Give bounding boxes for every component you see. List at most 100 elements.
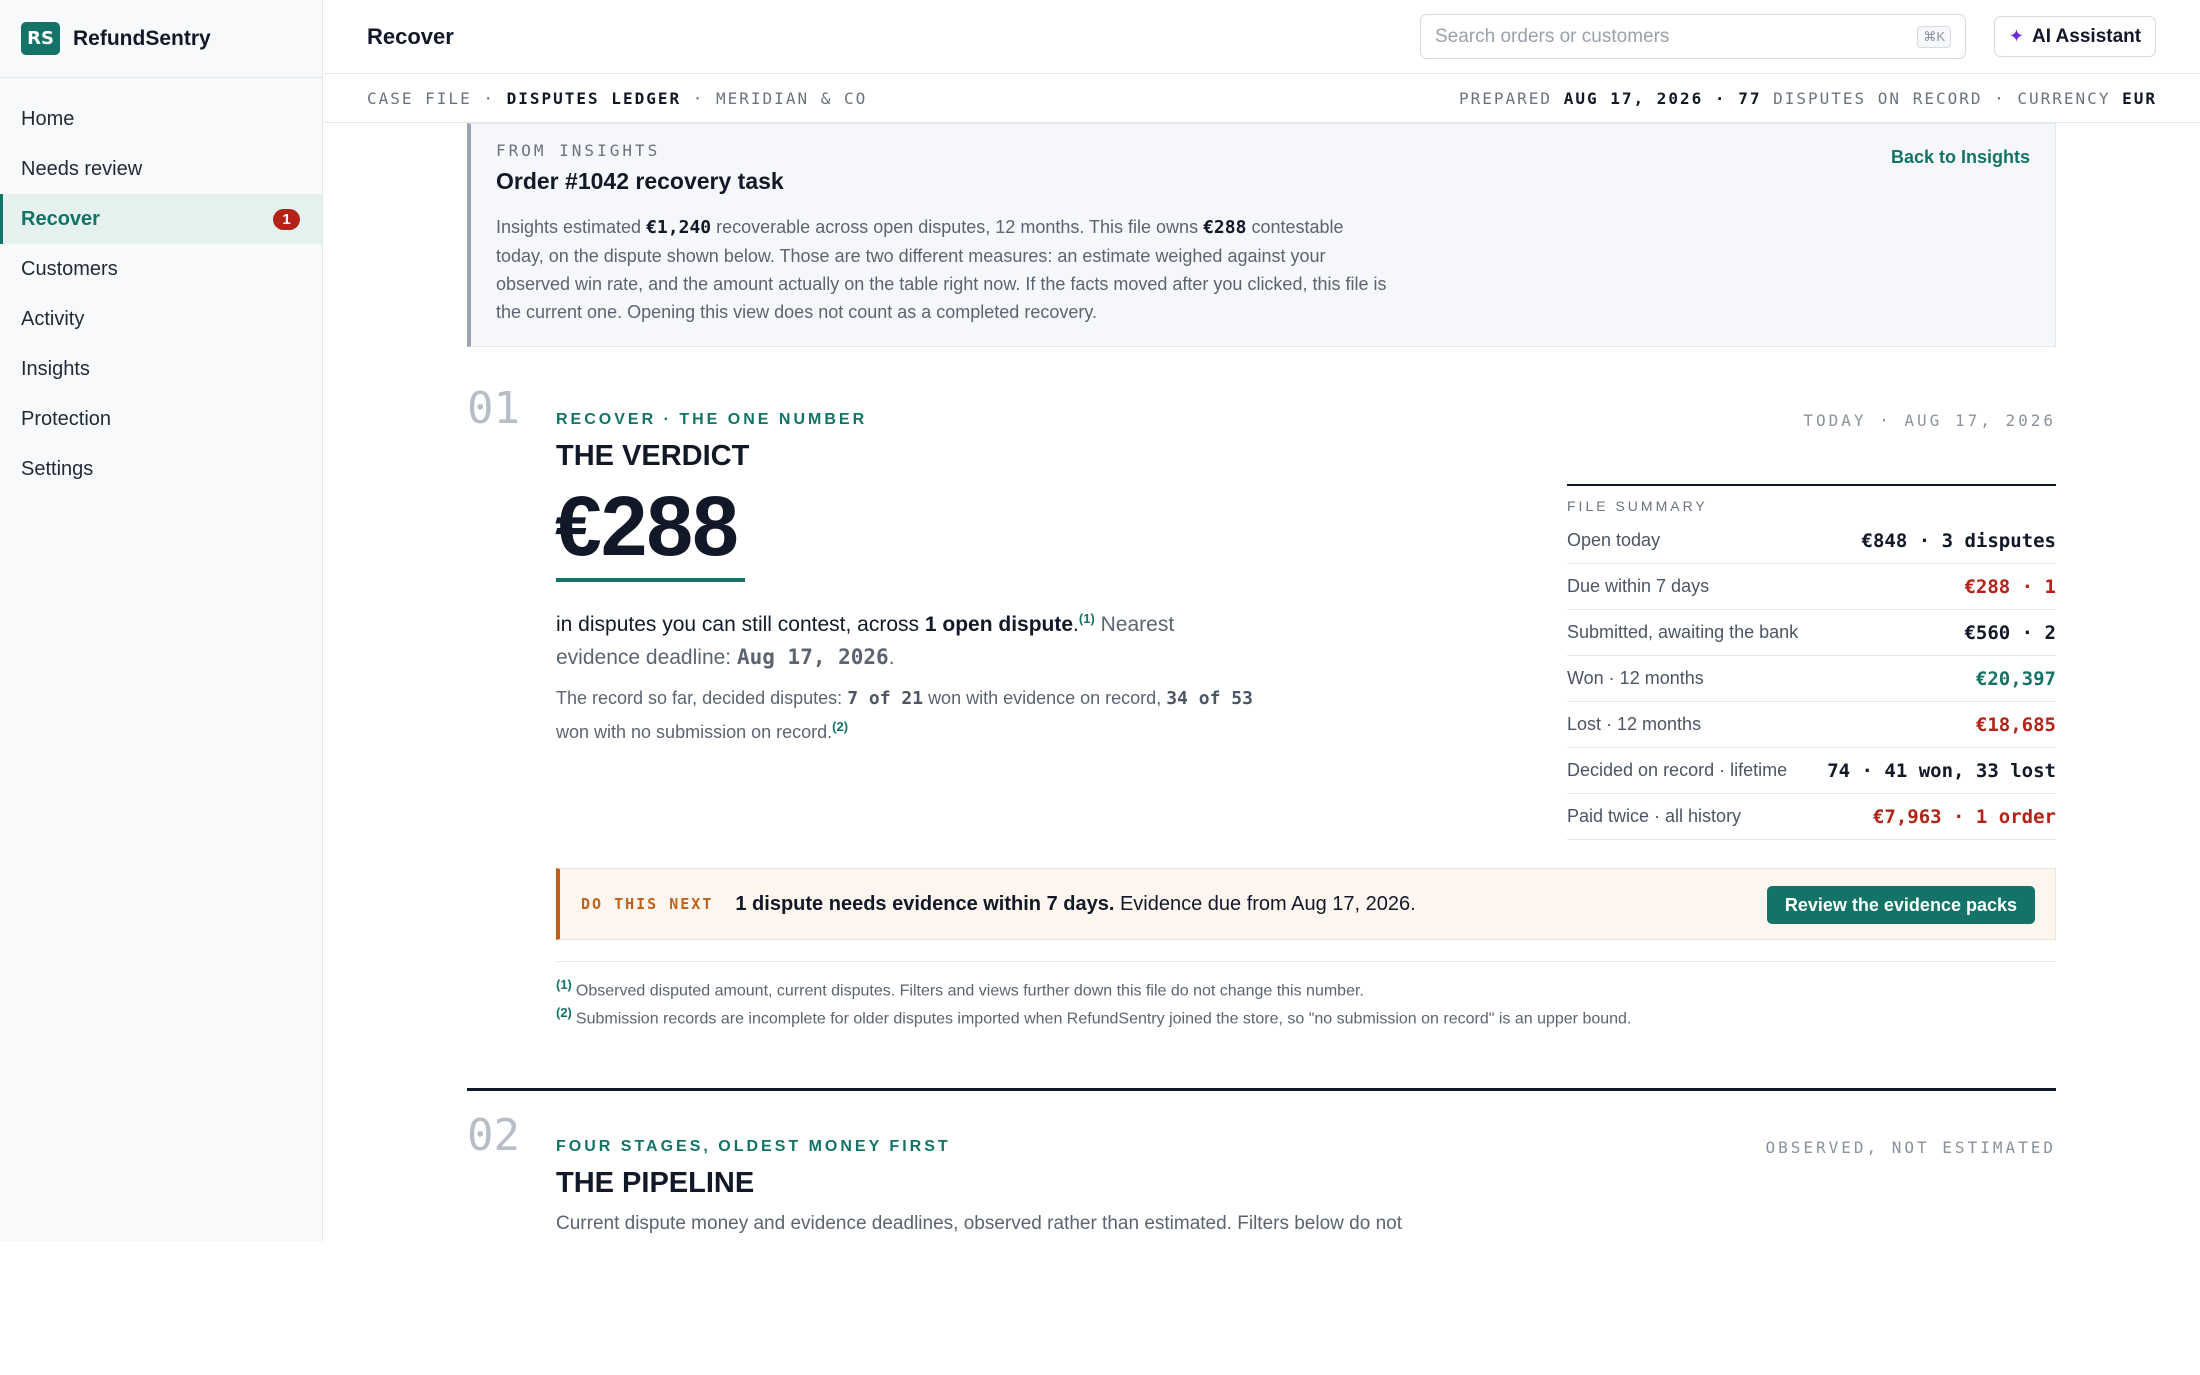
section-number: 02 — [467, 1110, 520, 1161]
ai-assistant-label: AI Assistant — [2031, 25, 2142, 47]
summary-label: Won · 12 months — [1567, 668, 1704, 688]
sidebar-item-label: Home — [21, 107, 75, 130]
case-file-strip: CASE FILE · DISPUTES LEDGER · MERIDIAN &… — [324, 75, 2200, 123]
summary-row: Lost · 12 months €18,685 — [1567, 702, 2056, 748]
insights-banner: FROM INSIGHTS Order #1042 recovery task … — [467, 123, 2056, 347]
summary-row: Open today €848 · 3 disputes — [1567, 518, 2056, 564]
summary-value: €848 · 3 disputes — [1861, 529, 2056, 552]
sidebar-item-recover[interactable]: Recover 1 — [0, 194, 322, 244]
summary-value: €18,685 — [1975, 713, 2056, 736]
section-divider — [467, 1088, 2056, 1091]
insights-eyebrow: FROM INSIGHTS — [496, 141, 661, 160]
sidebar-item-activity[interactable]: Activity — [0, 294, 322, 344]
record-summary: The record so far, decided disputes: 7 o… — [556, 684, 1256, 746]
summary-row: Paid twice · all history €7,963 · 1 order — [1567, 794, 2056, 840]
won-no-submission: 34 of 53 — [1166, 688, 1253, 709]
insights-owned-amount: €288 — [1203, 217, 1247, 238]
summary-label: Decided on record · lifetime — [1567, 760, 1788, 780]
ai-assistant-button[interactable]: ✦ AI Assistant — [1994, 16, 2156, 57]
summary-label: Submitted, awaiting the bank — [1567, 622, 1799, 642]
sidebar-item-home[interactable]: Home — [0, 94, 322, 144]
case-file-left: CASE FILE · DISPUTES LEDGER · MERIDIAN &… — [367, 89, 867, 108]
footnote-marker[interactable]: (1) — [1079, 611, 1095, 626]
back-to-insights-link[interactable]: Back to Insights — [1891, 147, 2030, 168]
search-box[interactable]: ⌘K — [1420, 14, 1966, 59]
file-summary-heading: FILE SUMMARY — [1567, 498, 1708, 514]
summary-row: Submitted, awaiting the bank €560 · 2 — [1567, 610, 2056, 656]
review-evidence-packs-button[interactable]: Review the evidence packs — [1766, 886, 2035, 924]
case-file-ledger: DISPUTES LEDGER — [506, 89, 682, 108]
summary-label: Paid twice · all history — [1567, 806, 1742, 826]
insights-text: Insights estimated — [496, 217, 642, 237]
disputes-label: DISPUTES ON RECORD · CURRENCY — [1773, 89, 2111, 108]
pipeline-note: OBSERVED, NOT ESTIMATED — [1765, 1138, 2056, 1157]
verdict-underline — [556, 578, 745, 582]
case-file-store: · MERIDIAN & CO — [692, 89, 868, 108]
sidebar-nav: Home Needs review Recover 1 Customers Act… — [0, 94, 322, 494]
sidebar-item-label: Insights — [21, 357, 90, 380]
summary-row: Due within 7 days €288 · 1 — [1567, 564, 2056, 610]
summary-label: Lost · 12 months — [1567, 714, 1702, 734]
verdict-title: THE VERDICT — [556, 440, 750, 472]
verdict-amount: €288 — [555, 479, 739, 573]
next-action-tag: DO THIS NEXT — [581, 895, 714, 913]
case-file-right: PREPARED AUG 17, 2026 · 77 DISPUTES ON R… — [1459, 89, 2157, 108]
summary-row: Won · 12 months €20,397 — [1567, 656, 2056, 702]
sidebar-item-label: Customers — [21, 257, 118, 280]
footnote-2: (2) Submission records are incomplete for… — [556, 1005, 1631, 1028]
page-title: Recover — [367, 23, 454, 49]
evidence-deadline: Aug 17, 2026 — [736, 645, 889, 669]
sidebar-item-label: Recover — [21, 207, 100, 230]
disputes-count: · 77 — [1714, 89, 1762, 108]
verdict-lede: in disputes you can still contest, acros… — [556, 611, 1175, 669]
pipeline-eyebrow: FOUR STAGES, OLDEST MONEY FIRST — [556, 1138, 951, 1155]
insights-estimate: €1,240 — [646, 217, 712, 238]
record-text: The record so far, decided disputes: — [556, 688, 843, 708]
top-bar: Recover ⌘K ✦ AI Assistant — [324, 0, 2200, 74]
summary-label: Open today — [1567, 530, 1661, 550]
insights-text: recoverable across open disputes, 12 mon… — [716, 217, 1199, 237]
sidebar-item-protection[interactable]: Protection — [0, 394, 322, 444]
next-action-bold: 1 dispute needs evidence within 7 days. — [735, 892, 1115, 915]
sidebar-item-settings[interactable]: Settings — [0, 444, 322, 494]
pipeline-title: THE PIPELINE — [556, 1167, 755, 1199]
insights-title: Order #1042 recovery task — [496, 168, 784, 194]
summary-value: 74 · 41 won, 33 lost — [1827, 759, 2056, 782]
recover-count-badge: 1 — [273, 208, 300, 230]
summary-value: €288 · 1 — [1964, 575, 2056, 598]
prepared-label: PREPARED — [1458, 89, 1553, 108]
search-input[interactable] — [1435, 25, 1918, 48]
sidebar-item-insights[interactable]: Insights — [0, 344, 322, 394]
sidebar-item-customers[interactable]: Customers — [0, 244, 322, 294]
prepared-date: AUG 17, 2026 — [1563, 89, 1704, 108]
file-summary: FILE SUMMARY Open today €848 · 3 disputes… — [1567, 484, 2056, 840]
sparkle-icon: ✦ — [2008, 26, 2024, 46]
verdict-eyebrow: RECOVER · THE ONE NUMBER — [556, 411, 868, 428]
footnote-marker: (2) — [556, 1005, 572, 1020]
open-dispute-count: 1 open dispute — [924, 613, 1074, 636]
pipeline-description: Current dispute money and evidence deadl… — [556, 1213, 1402, 1234]
summary-row: Decided on record · lifetime 74 · 41 won,… — [1567, 748, 2056, 794]
footnote-marker: (1) — [556, 977, 572, 992]
search-shortcut-hint: ⌘K — [1917, 25, 1951, 48]
next-action-rest: Evidence due from Aug 17, 2026. — [1119, 892, 1416, 915]
summary-value: €20,397 — [1975, 667, 2056, 690]
footnote-marker[interactable]: (2) — [832, 719, 848, 734]
insights-body: Insights estimated €1,240 recoverable ac… — [496, 213, 1396, 326]
verdict-date: TODAY · AUG 17, 2026 — [1803, 411, 2056, 430]
brand[interactable]: RS RefundSentry — [0, 0, 322, 78]
sidebar-item-label: Settings — [21, 457, 94, 480]
sidebar: RS RefundSentry Home Needs review Recove… — [0, 0, 323, 1241]
sidebar-item-label: Protection — [21, 407, 112, 430]
footnote-divider — [556, 961, 2056, 962]
won-with-evidence: 7 of 21 — [847, 688, 924, 709]
lede-text: in disputes you can still contest, acros… — [556, 613, 920, 636]
sidebar-item-label: Needs review — [21, 157, 143, 180]
section-number: 01 — [467, 383, 520, 434]
next-action-callout: DO THIS NEXT 1 dispute needs evidence wi… — [556, 868, 2056, 940]
sidebar-item-label: Activity — [21, 307, 85, 330]
sidebar-item-needs-review[interactable]: Needs review — [0, 144, 322, 194]
brand-logo: RS — [21, 22, 60, 55]
summary-label: Due within 7 days — [1567, 576, 1710, 596]
case-file-prefix: CASE FILE · — [367, 89, 495, 108]
